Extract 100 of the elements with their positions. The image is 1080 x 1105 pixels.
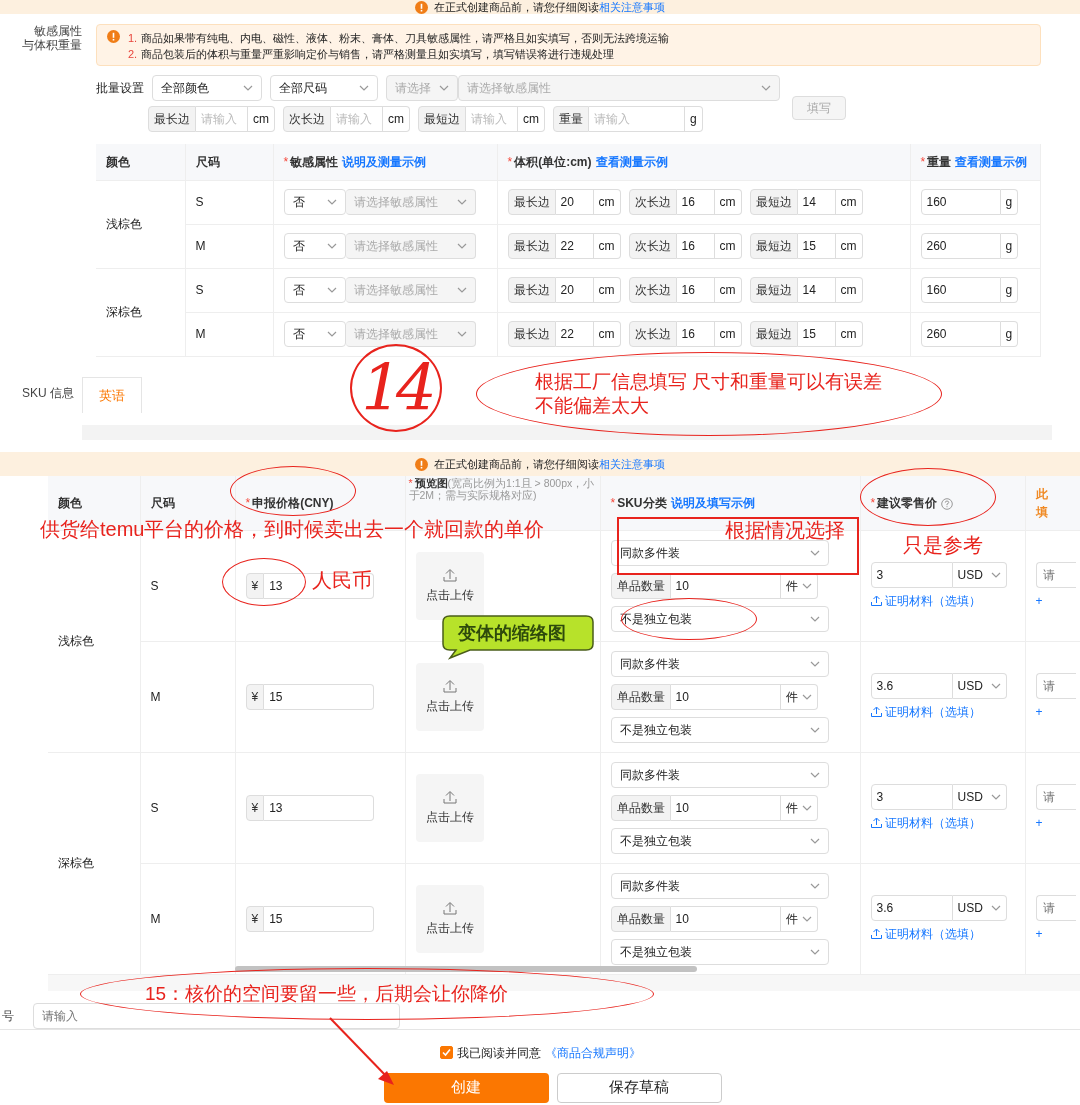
currency-select[interactable]: USD [952, 783, 1007, 810]
input-field[interactable]: 请输入 [589, 106, 685, 132]
input-field[interactable]: 请 [1035, 783, 1076, 810]
proof-link[interactable]: 证明材料（选填） [870, 924, 1015, 943]
annotation-arrow [329, 1017, 394, 1085]
input-field[interactable]: 16 [676, 321, 715, 347]
column-header: 填 [1035, 503, 1049, 521]
upload-button[interactable]: 点击上传 [415, 551, 484, 620]
field-label: 最短边 [749, 321, 798, 347]
add-link[interactable]: + [1035, 591, 1080, 610]
select-field[interactable]: 全部尺码 [270, 75, 378, 101]
unit-select[interactable]: 件 [780, 794, 818, 821]
notice-link[interactable]: 相关注意事项 [599, 455, 665, 473]
example-link[interactable]: 说明及测量示例 [342, 154, 427, 169]
select-field[interactable]: 否 [283, 189, 346, 215]
upload-button[interactable]: 点击上传 [415, 662, 484, 731]
input-field[interactable]: 请输入 [466, 106, 518, 132]
section-label: 与体积重量 [21, 38, 82, 52]
input-field[interactable]: 22 [555, 233, 594, 259]
add-link[interactable]: + [1035, 702, 1080, 721]
upload-button[interactable]: 点击上传 [415, 773, 484, 842]
select-field[interactable]: 同款多件装 [610, 761, 829, 788]
select-field[interactable]: 同款多件装 [610, 650, 829, 677]
proof-link[interactable]: 证明材料（选填） [870, 813, 1015, 832]
unit-select[interactable]: 件 [780, 683, 818, 710]
select-field[interactable]: 否 [283, 277, 346, 303]
chevron-down-icon [761, 83, 771, 93]
field-label: 批量设置 [96, 80, 144, 97]
currency-select[interactable]: USD [952, 672, 1007, 699]
select-field[interactable]: 不是独立包装 [610, 827, 829, 854]
input-field[interactable]: 3.6 [870, 894, 953, 921]
example-link[interactable]: 说明及填写示例 [670, 495, 755, 510]
currency-select[interactable]: USD [952, 561, 1007, 588]
upload-button[interactable]: 点击上传 [415, 884, 484, 953]
select-field[interactable]: 同款多件装 [610, 872, 829, 899]
input-field[interactable]: 请 [1035, 561, 1076, 588]
example-link[interactable]: 查看测量示例 [595, 154, 668, 169]
table-cell: M [195, 239, 206, 253]
warning-icon [107, 30, 120, 43]
currency-select[interactable]: USD [952, 894, 1007, 921]
add-link[interactable]: + [1035, 813, 1080, 832]
select-field[interactable]: 同款多件装 [610, 539, 829, 566]
chevron-down-icon [439, 83, 449, 93]
input-field[interactable]: 13 [264, 794, 375, 821]
input-field[interactable]: 10 [670, 683, 781, 710]
input-field[interactable]: 请输入 [33, 1002, 400, 1029]
add-link[interactable]: + [1035, 924, 1080, 943]
input-field[interactable]: 22 [555, 321, 594, 347]
proof-link[interactable]: 证明材料（选填） [870, 591, 1015, 610]
input-field[interactable]: 3.6 [870, 672, 953, 699]
input-field[interactable]: 20 [555, 189, 594, 215]
input-field[interactable]: 20 [555, 277, 594, 303]
scrollbar[interactable] [235, 966, 697, 972]
select-field[interactable]: 不是独立包装 [610, 716, 829, 743]
checkbox[interactable] [439, 1046, 453, 1059]
unit-label: g [1000, 277, 1019, 303]
select-field[interactable]: 全部颜色 [152, 75, 262, 101]
select-field[interactable]: 不是独立包装 [610, 605, 829, 632]
input-field[interactable]: 160 [920, 277, 1001, 303]
input-field[interactable]: 3 [870, 783, 953, 810]
input-field[interactable]: 16 [676, 189, 715, 215]
input-field[interactable]: 请输入 [196, 106, 248, 132]
unit-label: cm [835, 277, 863, 303]
field-label: 最长边 [507, 233, 556, 259]
input-field[interactable]: 15 [797, 233, 836, 259]
input-field[interactable]: 14 [797, 277, 836, 303]
field-label: 单品数量 [610, 683, 671, 710]
chevron-down-icon [359, 83, 369, 93]
input-field[interactable]: 10 [670, 905, 781, 932]
input-field[interactable]: 15 [264, 683, 375, 710]
input-field[interactable]: 请 [1035, 672, 1076, 699]
select-field[interactable]: 否 [283, 233, 346, 259]
notice-link[interactable]: 相关注意事项 [599, 0, 665, 16]
input-field[interactable]: 10 [670, 572, 781, 599]
select-field[interactable]: 不是独立包装 [610, 938, 829, 965]
chevron-down-icon [326, 329, 337, 339]
input-field[interactable]: 16 [676, 233, 715, 259]
unit-label: cm [835, 321, 863, 347]
input-field[interactable]: 260 [920, 233, 1001, 259]
input-field[interactable]: 请 [1035, 894, 1076, 921]
input-field[interactable]: 15 [264, 905, 375, 932]
save-draft-button[interactable]: 保存草稿 [556, 1072, 722, 1103]
input-field[interactable]: 15 [797, 321, 836, 347]
column-header: 颜色 [58, 495, 82, 510]
annotation-note: 不能偏差太大 [535, 394, 649, 418]
agreement-link[interactable]: 《商品合规声明》 [544, 1043, 641, 1062]
input-field[interactable]: 3 [870, 561, 953, 588]
unit-select[interactable]: 件 [780, 905, 818, 932]
input-field[interactable]: 16 [676, 277, 715, 303]
input-field[interactable]: 请输入 [331, 106, 383, 132]
input-field[interactable]: 10 [670, 794, 781, 821]
select-field[interactable]: 否 [283, 321, 346, 347]
column-header: 申报价格(CNY) [252, 495, 334, 510]
column-header: * 预览图(宽高比例为1:1且 > 800px，小于2M；需与实际规格对应) [408, 477, 596, 501]
input-field[interactable]: 160 [920, 189, 1001, 215]
input-field[interactable]: 260 [920, 321, 1001, 347]
proof-link[interactable]: 证明材料（选填） [870, 702, 1015, 721]
example-link[interactable]: 查看测量示例 [955, 154, 1028, 169]
upload-icon [870, 928, 882, 939]
input-field[interactable]: 14 [797, 189, 836, 215]
